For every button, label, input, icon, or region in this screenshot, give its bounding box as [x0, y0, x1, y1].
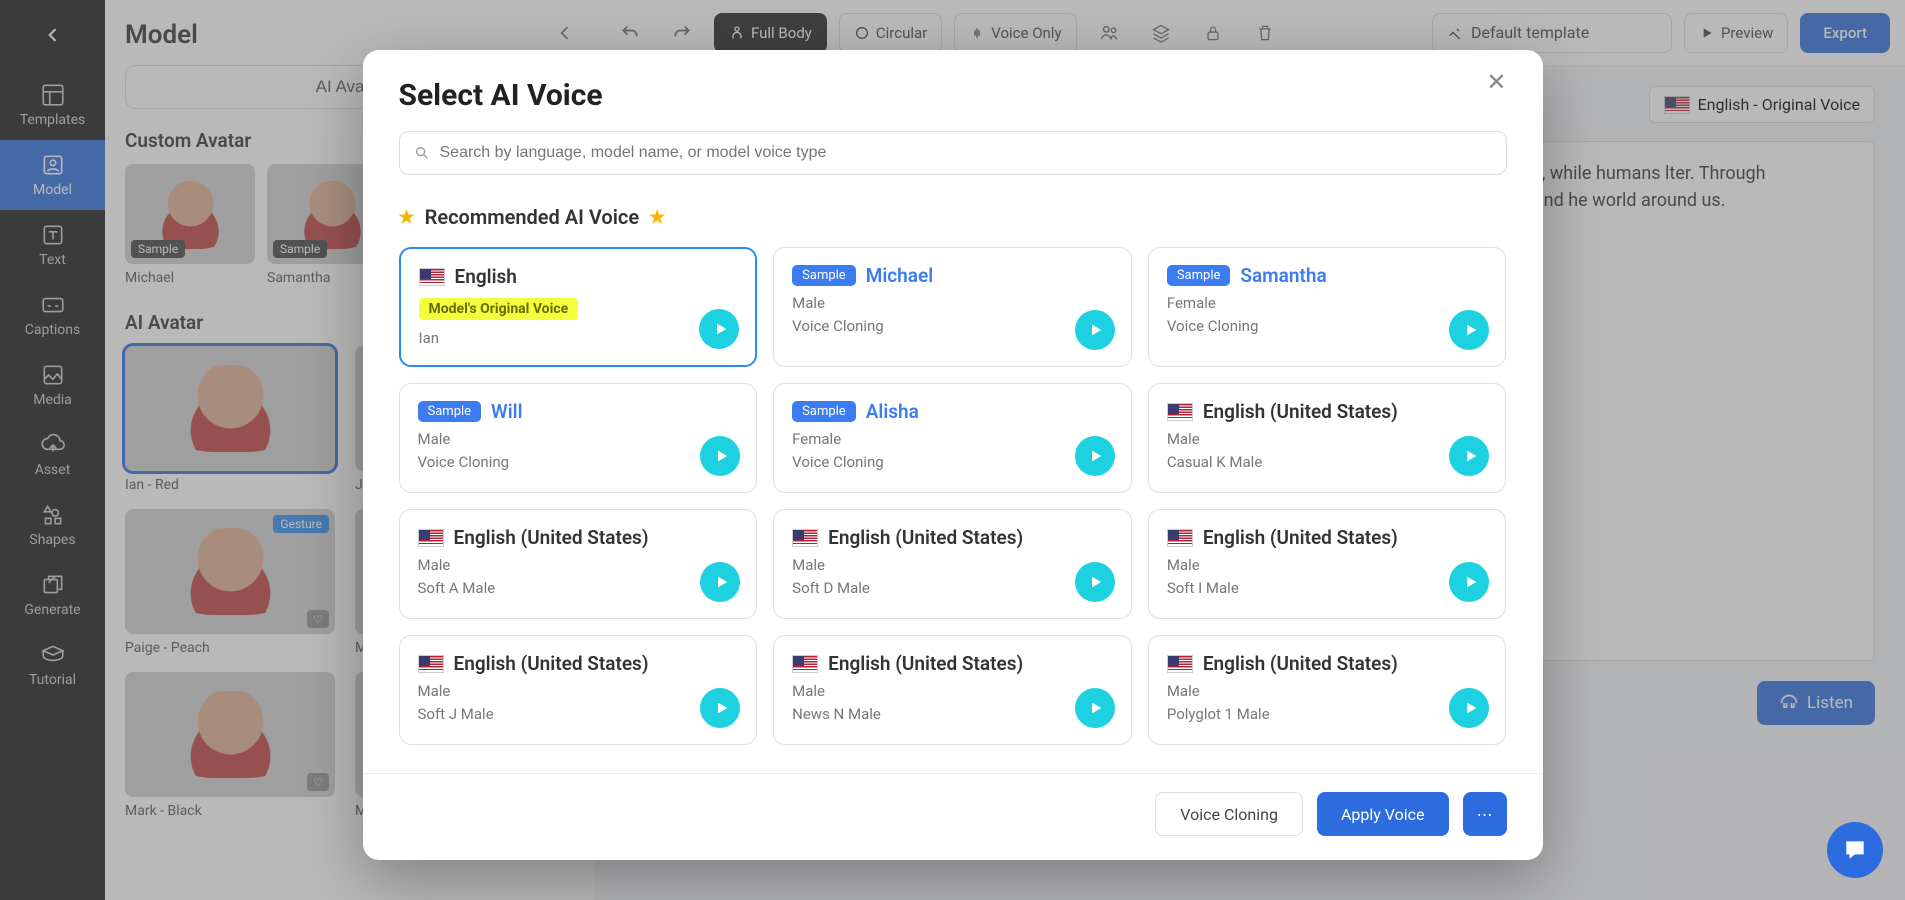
voice-card[interactable]: Sample Michael MaleVoice Cloning — [773, 247, 1132, 367]
voice-gender: Female — [792, 429, 1113, 450]
play-button[interactable] — [700, 688, 740, 728]
play-button[interactable] — [700, 436, 740, 476]
play-button[interactable] — [1449, 688, 1489, 728]
voice-card[interactable]: English (United States) MaleSoft J Male — [399, 635, 758, 745]
voice-type: Casual K Male — [1167, 452, 1488, 473]
voice-gender: Male — [418, 555, 739, 576]
voice-card[interactable]: English (United States) MaleSoft I Male — [1148, 509, 1507, 619]
flag-icon — [1167, 403, 1193, 421]
voice-gender: Male — [792, 555, 1113, 576]
voice-card[interactable]: English (United States) MaleCasual K Male — [1148, 383, 1507, 493]
sample-badge: Sample — [792, 265, 856, 286]
voice-name: English (United States) — [1203, 526, 1398, 549]
voice-gender: Male — [792, 681, 1113, 702]
voice-gender: Male — [792, 293, 1113, 314]
voice-name: English (United States) — [1203, 652, 1398, 675]
flag-icon — [418, 529, 444, 547]
flag-icon — [1167, 655, 1193, 673]
play-button[interactable] — [1075, 310, 1115, 350]
play-button[interactable] — [1449, 310, 1489, 350]
recommended-heading: ★ Recommended AI Voice ★ — [399, 205, 1507, 229]
flag-icon — [792, 529, 818, 547]
play-button[interactable] — [1449, 562, 1489, 602]
voice-type: Soft D Male — [792, 578, 1113, 599]
voice-name: Michael — [866, 264, 933, 287]
voice-gender: Female — [1167, 293, 1488, 314]
voice-type: Soft I Male — [1167, 578, 1488, 599]
voice-type: Polyglot 1 Male — [1167, 704, 1488, 725]
star-icon: ★ — [399, 207, 415, 228]
voice-name: English (United States) — [828, 652, 1023, 675]
voice-type: Voice Cloning — [418, 452, 739, 473]
play-button[interactable] — [700, 562, 740, 602]
voice-name: English — [455, 265, 517, 288]
voice-type: Voice Cloning — [1167, 316, 1488, 337]
voice-gender: Male — [418, 429, 739, 450]
star-icon: ★ — [649, 207, 665, 228]
voice-card[interactable]: English (United States) MaleSoft D Male — [773, 509, 1132, 619]
voice-card[interactable]: Sample Alisha FemaleVoice Cloning — [773, 383, 1132, 493]
apply-voice-button[interactable]: Apply Voice — [1317, 792, 1449, 836]
flag-icon — [792, 655, 818, 673]
voice-gender: Male — [1167, 681, 1488, 702]
search-input[interactable] — [440, 144, 1492, 162]
voice-card[interactable]: Sample Will MaleVoice Cloning — [399, 383, 758, 493]
voice-type: Voice Cloning — [792, 452, 1113, 473]
voice-type: News N Male — [792, 704, 1113, 725]
voice-name: English (United States) — [454, 526, 649, 549]
play-button[interactable] — [1449, 436, 1489, 476]
voice-type: Voice Cloning — [792, 316, 1113, 337]
voice-cloning-button[interactable]: Voice Cloning — [1155, 792, 1303, 836]
sample-badge: Sample — [1167, 265, 1231, 286]
voice-card[interactable]: English (United States) MalePolyglot 1 Ma… — [1148, 635, 1507, 745]
voice-name: Will — [491, 400, 523, 423]
search-box[interactable] — [399, 131, 1507, 175]
voice-name: English (United States) — [1203, 400, 1398, 423]
flag-icon — [1167, 529, 1193, 547]
modal-title: Select AI Voice — [399, 78, 603, 113]
voice-gender: Male — [1167, 429, 1488, 450]
voice-name: English (United States) — [828, 526, 1023, 549]
sample-badge: Sample — [792, 401, 856, 422]
voice-card[interactable]: Sample Samantha FemaleVoice Cloning — [1148, 247, 1507, 367]
voice-gender: Male — [418, 681, 739, 702]
more-options-button[interactable]: ⋯ — [1463, 792, 1507, 836]
voice-card[interactable]: English Model's Original Voice Ian — [399, 247, 758, 367]
voice-type: Ian — [419, 328, 738, 349]
voice-name: Samantha — [1240, 264, 1326, 287]
search-icon — [414, 145, 430, 161]
help-chat-button[interactable] — [1827, 822, 1883, 878]
voice-card[interactable]: English (United States) MaleNews N Male — [773, 635, 1132, 745]
original-voice-badge: Model's Original Voice — [419, 298, 579, 320]
flag-icon — [418, 655, 444, 673]
select-voice-modal: Select AI Voice ✕ ★ Recommended AI Voice… — [363, 50, 1543, 860]
label: Recommended AI Voice — [425, 205, 639, 229]
flag-icon — [419, 268, 445, 286]
voice-name: English (United States) — [454, 652, 649, 675]
voice-type: Soft A Male — [418, 578, 739, 599]
sample-badge: Sample — [418, 401, 482, 422]
voice-gender: Male — [1167, 555, 1488, 576]
close-button[interactable]: ✕ — [1486, 68, 1506, 96]
voice-name: Alisha — [866, 400, 919, 423]
voice-card[interactable]: English (United States) MaleSoft A Male — [399, 509, 758, 619]
voice-type: Soft J Male — [418, 704, 739, 725]
play-button[interactable] — [699, 309, 739, 349]
